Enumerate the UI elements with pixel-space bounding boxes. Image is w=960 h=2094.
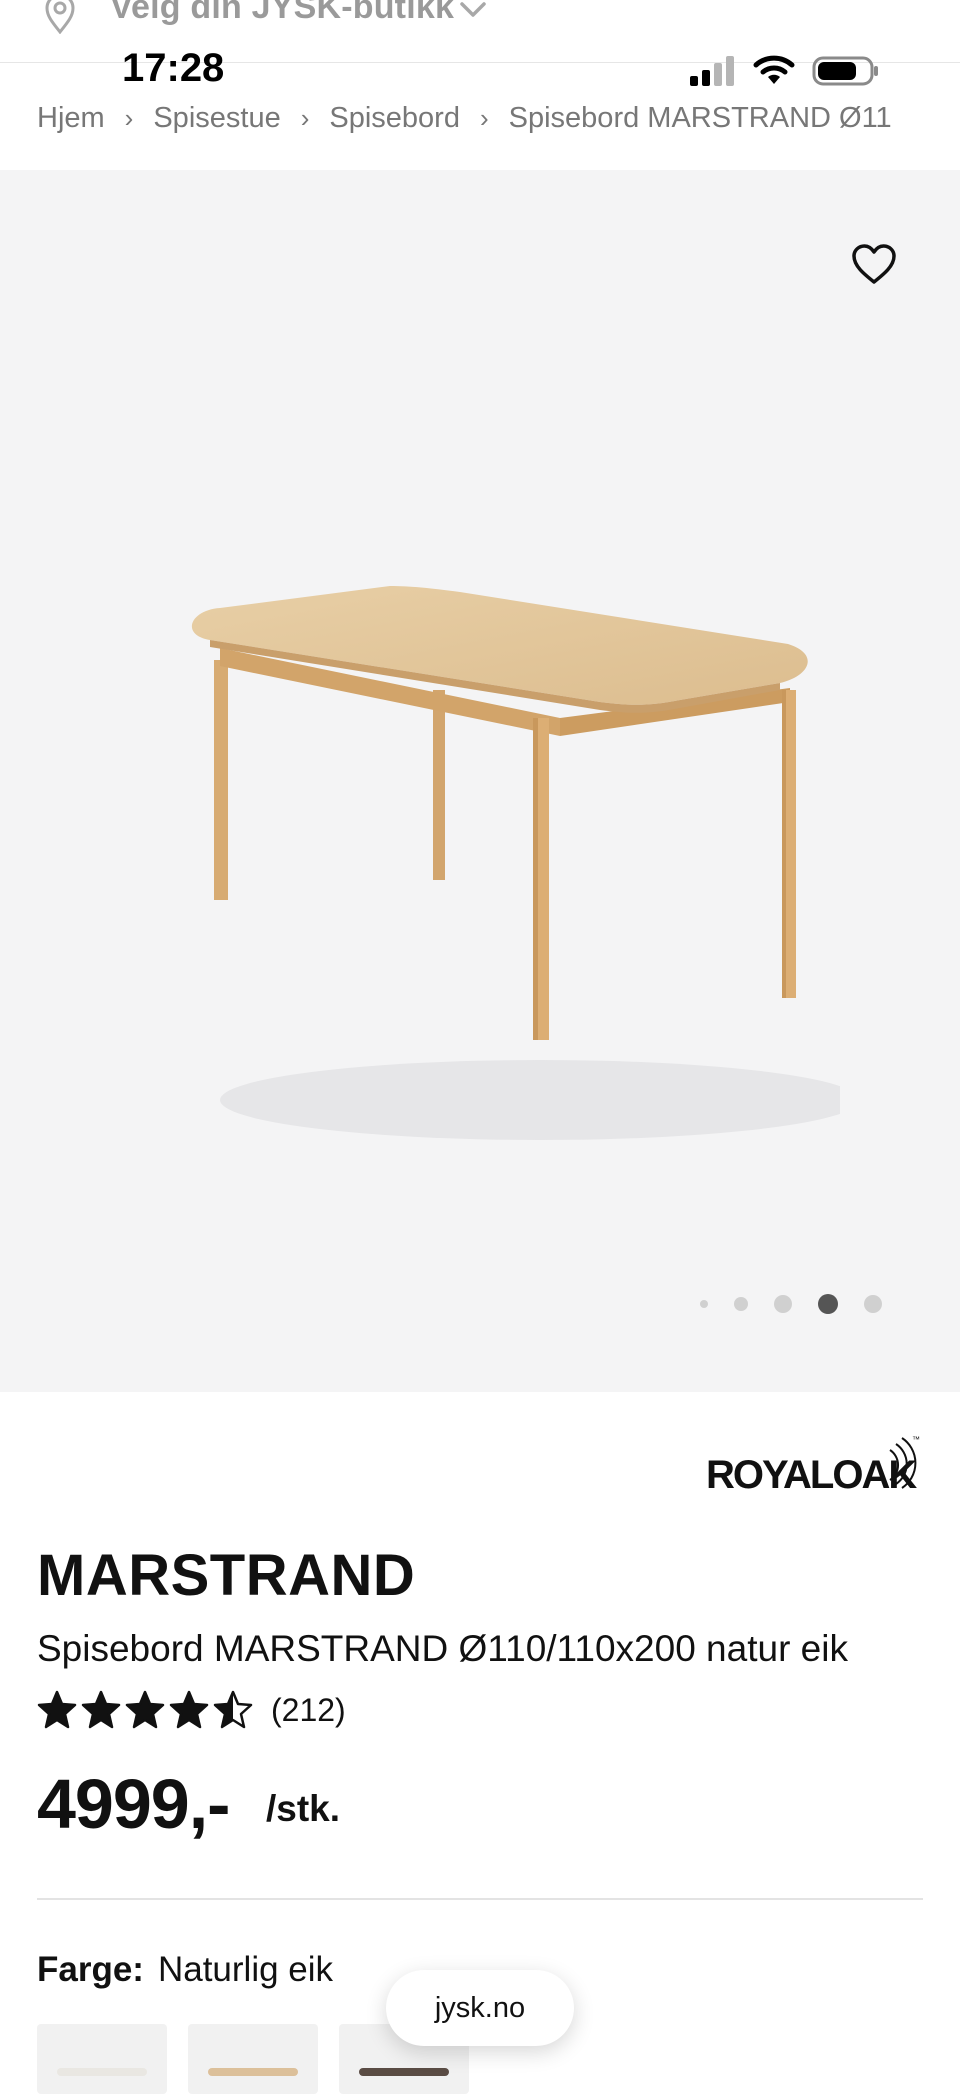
product-description: Spisebord MARSTRAND Ø110/110x200 natur e… — [37, 1628, 848, 1669]
star-full-icon — [81, 1690, 121, 1729]
breadcrumb-item-hjem[interactable]: Hjem — [37, 102, 105, 135]
svg-text:™: ™ — [912, 1435, 920, 1444]
gallery-dot[interactable] — [734, 1297, 748, 1311]
product-image-gallery[interactable] — [0, 170, 960, 1392]
gallery-dot[interactable] — [774, 1295, 792, 1313]
star-half-icon — [213, 1690, 253, 1729]
gallery-dot[interactable] — [700, 1300, 708, 1308]
browser-url-pill[interactable]: jysk.no — [386, 1970, 574, 2046]
store-selector-label: Velg din JYSK-butikk — [110, 0, 455, 26]
cellular-signal-icon — [690, 56, 734, 86]
battery-icon — [812, 56, 878, 86]
star-full-icon — [169, 1690, 209, 1729]
wifi-icon — [753, 55, 795, 84]
color-selector: Farge: Naturlig eik — [37, 1950, 333, 1990]
product-price: 4999,- — [37, 1765, 230, 1843]
breadcrumb-separator: › — [124, 102, 134, 133]
status-time: 17:28 — [122, 46, 225, 90]
heart-icon[interactable] — [850, 242, 898, 286]
gallery-dot[interactable] — [818, 1294, 838, 1314]
price-unit: /stk. — [266, 1788, 341, 1829]
rating-count: (212) — [271, 1691, 346, 1728]
color-swatch-white[interactable] — [37, 2024, 167, 2094]
location-pin-icon — [45, 0, 75, 34]
star-full-icon — [37, 1690, 77, 1729]
gallery-dot[interactable] — [864, 1295, 882, 1313]
breadcrumb-item-spisebord[interactable]: Spisebord — [329, 102, 460, 135]
svg-text:ROYALOAK: ROYALOAK — [706, 1453, 917, 1494]
star-full-icon — [125, 1690, 165, 1729]
color-label: Farge: — [37, 1950, 144, 1989]
breadcrumb-separator: › — [300, 102, 310, 133]
section-divider — [37, 1898, 923, 1900]
color-swatch-natural-oak[interactable] — [188, 2024, 318, 2094]
breadcrumb-item-current[interactable]: Spisebord MARSTRAND Ø11 — [509, 102, 892, 135]
brand-logo: ROYALOAK ™ — [706, 1435, 920, 1494]
chevron-down-icon — [460, 2, 486, 17]
breadcrumb-item-spisestue[interactable]: Spisestue — [153, 102, 280, 135]
color-value: Naturlig eik — [157, 1950, 334, 1989]
product-rating[interactable]: (212) — [37, 1690, 346, 1730]
product-image-table — [191, 586, 840, 1140]
product-name: MARSTRAND — [37, 1543, 416, 1608]
breadcrumb-separator: › — [479, 102, 489, 133]
breadcrumb: Hjem › Spisestue › Spisebord › Spisebord… — [37, 98, 892, 138]
gallery-pagination — [700, 1292, 908, 1316]
